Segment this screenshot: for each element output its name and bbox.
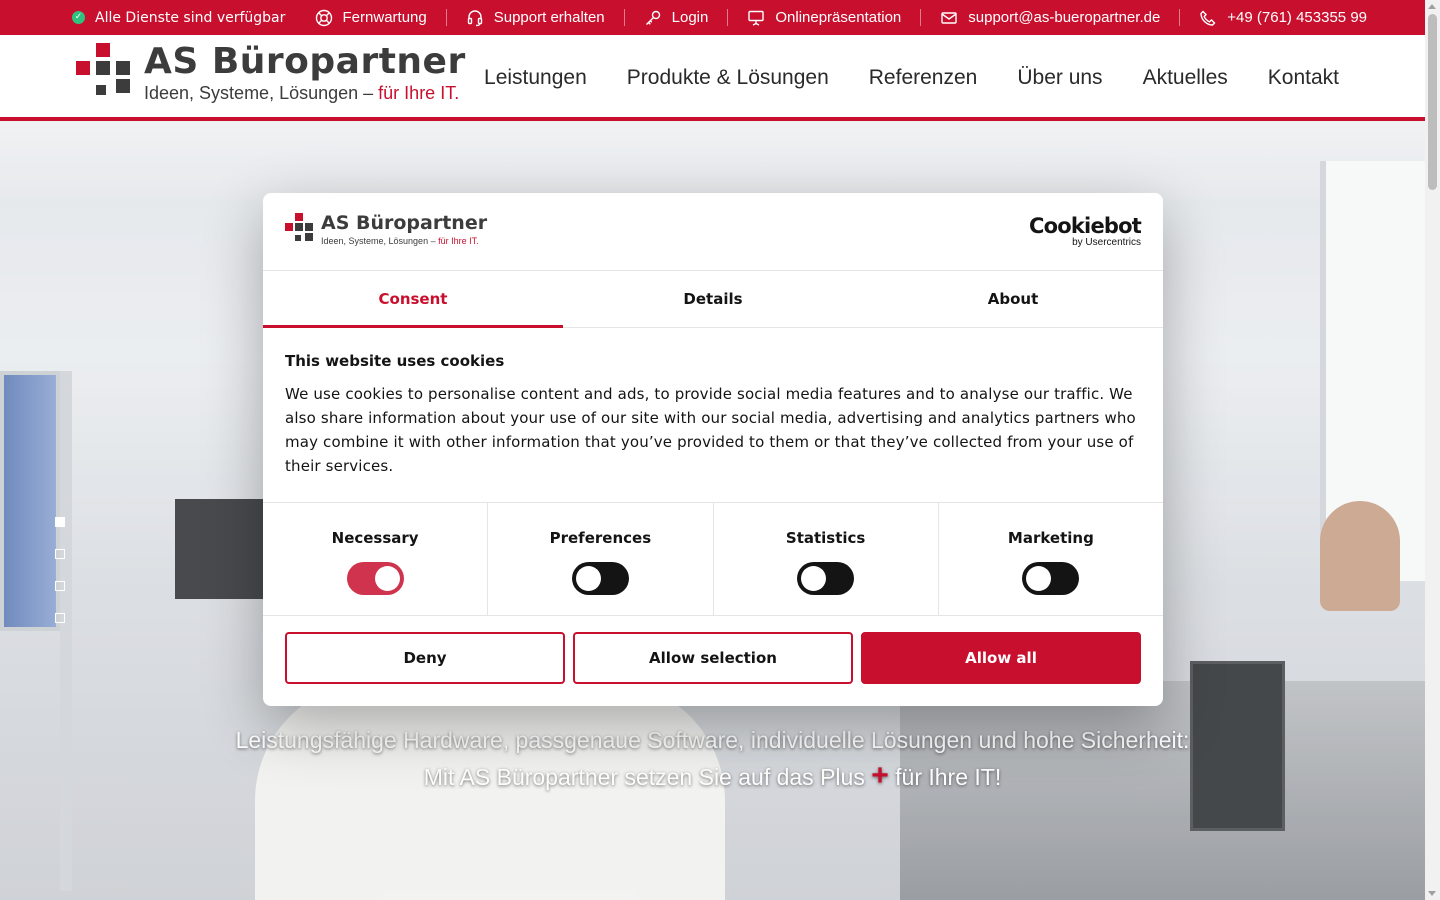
consent-toggles: Necessary Preferences Statistics Marketi… bbox=[263, 502, 1163, 616]
login-label: Login bbox=[671, 9, 709, 26]
check-circle-icon: ✓ bbox=[72, 11, 85, 24]
hero-tagline: Leistungsfähige Hardware, passgenaue Sof… bbox=[0, 722, 1425, 795]
login-link[interactable]: Login bbox=[623, 9, 728, 26]
toggle-group-statistics: Statistics bbox=[712, 503, 938, 615]
tab-details[interactable]: Details bbox=[563, 271, 863, 327]
toggle-group-marketing: Marketing bbox=[937, 503, 1163, 615]
consent-heading: This website uses cookies bbox=[285, 352, 505, 370]
envelope-icon bbox=[941, 11, 957, 24]
lifebuoy-icon bbox=[315, 9, 332, 26]
cookie-consent-dialog: AS Büropartner Ideen, Systeme, Lösungen … bbox=[263, 193, 1163, 706]
hero-line-1: Leistungsfähige Hardware, passgenaue Sof… bbox=[235, 727, 1190, 753]
support-link[interactable]: Support erhalten bbox=[445, 9, 624, 26]
preferences-toggle[interactable] bbox=[571, 562, 629, 595]
consent-body: This website uses cookies We use cookies… bbox=[263, 328, 1163, 502]
statistics-toggle[interactable] bbox=[797, 562, 855, 595]
toggle-label-marketing: Marketing bbox=[1007, 529, 1094, 547]
consent-buttons: Deny Allow selection Allow all bbox=[263, 616, 1163, 700]
toggle-group-preferences: Preferences bbox=[487, 503, 712, 615]
nav-referenzen[interactable]: Referenzen bbox=[869, 66, 978, 90]
nav-aktuelles[interactable]: Aktuelles bbox=[1143, 66, 1228, 90]
necessary-toggle[interactable] bbox=[346, 562, 404, 595]
slider-dot-4[interactable] bbox=[55, 613, 65, 623]
allow-selection-button[interactable]: Allow selection bbox=[573, 632, 853, 684]
toggle-label-necessary: Necessary bbox=[331, 529, 419, 547]
top-links: Fernwartung Support erhalten Login Onlin… bbox=[296, 0, 1386, 35]
service-status: ✓ Alle Dienste sind verfügbar bbox=[72, 0, 285, 35]
scrollbar-thumb[interactable] bbox=[1428, 14, 1437, 190]
marketing-toggle[interactable] bbox=[1022, 562, 1080, 595]
fernwartung-label: Fernwartung bbox=[342, 9, 427, 26]
toggle-label-statistics: Statistics bbox=[785, 529, 866, 547]
site-header: AS Büropartner Ideen, Systeme, Lösungen … bbox=[0, 35, 1425, 121]
email-label: support@as-bueropartner.de bbox=[968, 9, 1161, 26]
phone-link[interactable]: +49 (761) 453355 99 bbox=[1179, 9, 1386, 26]
site-logo[interactable]: AS Büropartner Ideen, Systeme, Lösungen … bbox=[76, 43, 466, 104]
scroll-up-arrow-icon[interactable] bbox=[1428, 4, 1436, 9]
tab-consent[interactable]: Consent bbox=[263, 271, 563, 328]
onlinepraesentation-link[interactable]: Onlinepräsentation bbox=[727, 9, 920, 26]
nav-ueber-uns[interactable]: Über uns bbox=[1017, 66, 1102, 90]
page-scrollbar[interactable] bbox=[1425, 0, 1440, 900]
nav-leistungen[interactable]: Leistungen bbox=[484, 66, 587, 90]
phone-icon bbox=[1200, 10, 1216, 26]
slider-dots bbox=[55, 517, 65, 623]
dialog-logo-name: AS Büropartner bbox=[321, 212, 488, 234]
hero-line-2: Mit AS Büropartner setzen Sie auf das Pl… bbox=[423, 759, 1002, 792]
phone-label: +49 (761) 453355 99 bbox=[1227, 9, 1367, 26]
main-nav: Leistungen Produkte & Lösungen Referenze… bbox=[484, 35, 1339, 121]
tab-about[interactable]: About bbox=[863, 271, 1163, 327]
cookiebot-name: Cookiebot bbox=[1029, 214, 1142, 238]
nav-kontakt[interactable]: Kontakt bbox=[1268, 66, 1339, 90]
slider-dot-3[interactable] bbox=[55, 581, 65, 591]
slider-dot-1[interactable] bbox=[55, 517, 65, 527]
dialog-tabs: Consent Details About bbox=[263, 271, 1163, 328]
toggle-label-preferences: Preferences bbox=[549, 529, 652, 547]
slider-dot-2[interactable] bbox=[55, 549, 65, 559]
email-link[interactable]: support@as-bueropartner.de bbox=[920, 9, 1179, 26]
presentation-icon bbox=[748, 10, 765, 26]
dialog-logo-tagline: Ideen, Systeme, Lösungen – für Ihre IT. bbox=[321, 236, 479, 246]
plus-icon: + bbox=[871, 759, 889, 792]
dialog-logo: AS Büropartner Ideen, Systeme, Lösungen … bbox=[285, 213, 487, 246]
support-label: Support erhalten bbox=[493, 9, 605, 26]
top-bar: ✓ Alle Dienste sind verfügbar Fernwartun… bbox=[0, 0, 1425, 35]
fernwartung-link[interactable]: Fernwartung bbox=[296, 9, 446, 26]
logo-mark bbox=[76, 43, 130, 101]
nav-produkte-loesungen[interactable]: Produkte & Lösungen bbox=[627, 66, 829, 90]
toggle-group-necessary: Necessary bbox=[263, 503, 487, 615]
key-icon bbox=[645, 10, 660, 25]
allow-all-button[interactable]: Allow all bbox=[861, 632, 1141, 684]
dialog-logo-mark bbox=[285, 213, 313, 243]
logo-tagline: Ideen, Systeme, Lösungen – für Ihre IT. bbox=[144, 83, 460, 103]
cookiebot-logo[interactable]: Cookiebot by Usercentrics bbox=[1029, 214, 1142, 248]
cookiebot-sub: by Usercentrics bbox=[1072, 237, 1141, 248]
deny-button[interactable]: Deny bbox=[285, 632, 565, 684]
onlinepraesentation-label: Onlinepräsentation bbox=[775, 9, 902, 26]
service-status-text: Alle Dienste sind verfügbar bbox=[95, 9, 286, 26]
scroll-down-arrow-icon[interactable] bbox=[1428, 891, 1436, 896]
dialog-header: AS Büropartner Ideen, Systeme, Lösungen … bbox=[263, 193, 1163, 271]
headset-icon bbox=[467, 9, 482, 26]
logo-name: AS Büropartner bbox=[144, 41, 466, 82]
consent-text: We use cookies to personalise content an… bbox=[285, 385, 1136, 475]
